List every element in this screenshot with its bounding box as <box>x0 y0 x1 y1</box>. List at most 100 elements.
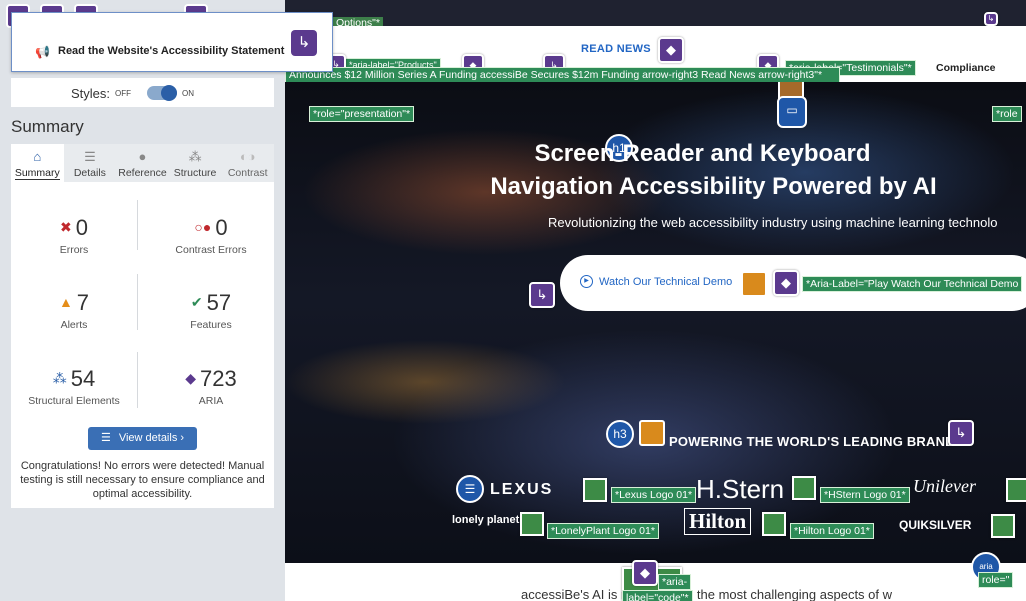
lonely-planet-logo: lonely planet <box>452 514 520 526</box>
link-alert-badge-icon <box>741 271 767 297</box>
role-tag: *role <box>992 106 1022 122</box>
styles-toggle[interactable] <box>147 85 177 101</box>
features-label: Features <box>190 319 232 331</box>
quiksilver-logo: QUIKSILVER <box>899 518 972 532</box>
play-icon: ▶ <box>580 275 593 288</box>
aria-label-code-tag: label="code"* <box>622 590 693 601</box>
hstern-logo: H.Stern <box>696 474 785 504</box>
tab-summary-label: Summary <box>14 167 60 180</box>
contrast-errors-label: Contrast Errors <box>175 244 247 256</box>
errors-count: 0 <box>75 215 88 240</box>
tab-summary[interactable]: ⌂ Summary <box>11 144 64 182</box>
stat-alerts[interactable]: ▲ 7 Alerts <box>11 290 137 331</box>
view-details-button[interactable]: ☰ View details › <box>88 427 197 450</box>
hero-title-line-2: Navigation Accessibility Powered by AI <box>490 173 937 200</box>
lonely-planet-alt-tag: *LonelyPlant Logo 01* <box>547 523 659 539</box>
aria-badge-icon: ↳ <box>948 420 974 446</box>
tab-contrast-label: Contrast <box>227 167 268 179</box>
aria-label-badge-icon: ◆ <box>658 37 684 63</box>
tab-structure[interactable]: ⁂ Structure <box>169 144 222 182</box>
structure-stat-icon: ⁂ <box>52 370 67 386</box>
structure-icon: ⁂ <box>188 149 202 164</box>
aria-label: ARIA <box>198 395 224 407</box>
aria-badge-icon: ◆ <box>632 560 658 586</box>
tab-structure-label: Structure <box>173 167 217 179</box>
image-badge-icon <box>1006 478 1026 502</box>
home-icon: ⌂ <box>33 149 42 164</box>
aria-tag: *aria- <box>658 574 692 590</box>
stat-contrast-errors[interactable]: ○● 0 Contrast Errors <box>148 215 274 256</box>
hstern-alt-tag: *HStern Logo 01* <box>820 487 910 503</box>
styles-label: Styles: <box>71 86 111 101</box>
stat-features[interactable]: ✔ 57 Features <box>148 290 274 331</box>
summary-heading: Summary <box>11 117 84 136</box>
image-badge-icon <box>991 514 1015 538</box>
list-icon: ☰ <box>100 432 111 444</box>
aria-badge-icon: ↳ <box>529 282 555 308</box>
structure-badge-icon: ▭ <box>777 96 807 128</box>
features-count: 57 <box>206 290 232 315</box>
alert-badge-icon <box>639 420 665 446</box>
top-bar <box>285 0 1026 26</box>
contrast-error-icon: ○● <box>194 219 212 235</box>
watch-demo-label: Watch Our Technical Demo <box>599 276 733 288</box>
image-badge-icon <box>520 512 544 536</box>
tab-reference[interactable]: ● Reference <box>116 144 169 182</box>
hilton-logo: Hilton <box>684 508 752 535</box>
lexus-alt-tag: *Lexus Logo 01* <box>611 487 697 503</box>
aria-icon: ◆ <box>185 370 197 386</box>
feature-icon: ✔ <box>190 294 203 310</box>
summary-panel: ✖ 0 Errors ○● 0 Contrast Errors ▲ 7 Alerts … <box>11 182 274 508</box>
hero-section: ▭ *role="presentation"* *role h1 Screen-… <box>285 82 1026 563</box>
role-presentation-tag: *role="presentation"* <box>309 106 415 122</box>
structural-count: 54 <box>70 366 96 391</box>
tab-contrast[interactable]: ◐◑ Contrast <box>221 144 274 182</box>
website-preview: Options"* ↳ READ NEWS › ◆ *aria-label="P… <box>285 0 1026 601</box>
image-badge-icon <box>583 478 607 502</box>
aria-demo-tag: *Aria-Label="Play Watch Our Technical De… <box>802 276 1023 292</box>
hero-title-line-1: Screen-Reader and Keyboard <box>534 140 871 167</box>
hero-title: Screen-Reader and Keyboard Navigation Ac… <box>285 137 1026 203</box>
error-icon: ✖ <box>60 219 72 235</box>
list-badge-icon: ☰ <box>456 475 484 503</box>
speaker-icon: 📢 <box>35 45 50 59</box>
aria-count: 723 <box>200 366 237 391</box>
contrast-errors-count: 0 <box>215 215 228 240</box>
aria-badge-icon: ↳ <box>984 12 998 26</box>
intro-paragraph: accessiBe's AI is r or handling the most… <box>521 587 893 601</box>
role-tag-bottom: role=" <box>978 572 1014 588</box>
compliance-link[interactable]: Compliance <box>936 62 996 74</box>
stat-aria[interactable]: ◆ 723 ARIA <box>148 366 274 407</box>
read-news-label: READ NEWS <box>581 43 651 55</box>
info-icon: ● <box>138 149 147 164</box>
styles-on-label: ON <box>182 89 194 98</box>
contrast-icon: ◐◑ <box>239 149 256 164</box>
hero-subtitle: Revolutionizing the web accessibility in… <box>548 215 998 230</box>
alerts-count: 7 <box>76 290 90 315</box>
structural-label: Structural Elements <box>28 395 120 407</box>
alerts-label: Alerts <box>60 319 88 331</box>
stat-errors[interactable]: ✖ 0 Errors <box>11 215 137 256</box>
divider <box>137 274 138 330</box>
list-icon: ☰ <box>84 149 96 164</box>
alert-icon: ▲ <box>58 294 73 310</box>
brands-heading: POWERING THE WORLD'S LEADING BRANDS <box>669 434 964 449</box>
divider <box>137 200 138 250</box>
stat-structural[interactable]: ⁂ 54 Structural Elements <box>11 366 137 407</box>
styles-off-label: OFF <box>115 89 131 98</box>
accessibility-statement-text: Read the Website's Accessibility Stateme… <box>58 45 285 57</box>
ticker-tag: Announces $12 Million Series A Funding a… <box>285 67 840 83</box>
lexus-logo: LEXUS <box>490 481 554 498</box>
unilever-logo: Unilever <box>913 476 976 496</box>
view-details-label: View details › <box>118 432 185 444</box>
tab-details[interactable]: ☰ Details <box>64 144 117 182</box>
accessibility-statement-card[interactable]: 📢 Read the Website's Accessibility State… <box>11 12 333 72</box>
styles-toggle-row: Styles: OFF ON <box>11 78 274 107</box>
read-news-link[interactable]: READ NEWS › <box>581 43 662 55</box>
divider <box>137 352 138 408</box>
congrats-message: Congratulations! No errors were detected… <box>20 460 265 500</box>
sidebar-tabs: ⌂ Summary ☰ Details ● Reference ⁂ Struct… <box>11 144 274 182</box>
tab-details-label: Details <box>73 167 106 179</box>
link-badge-icon: ↳ <box>291 30 317 56</box>
hilton-alt-tag: *Hilton Logo 01* <box>790 523 874 539</box>
